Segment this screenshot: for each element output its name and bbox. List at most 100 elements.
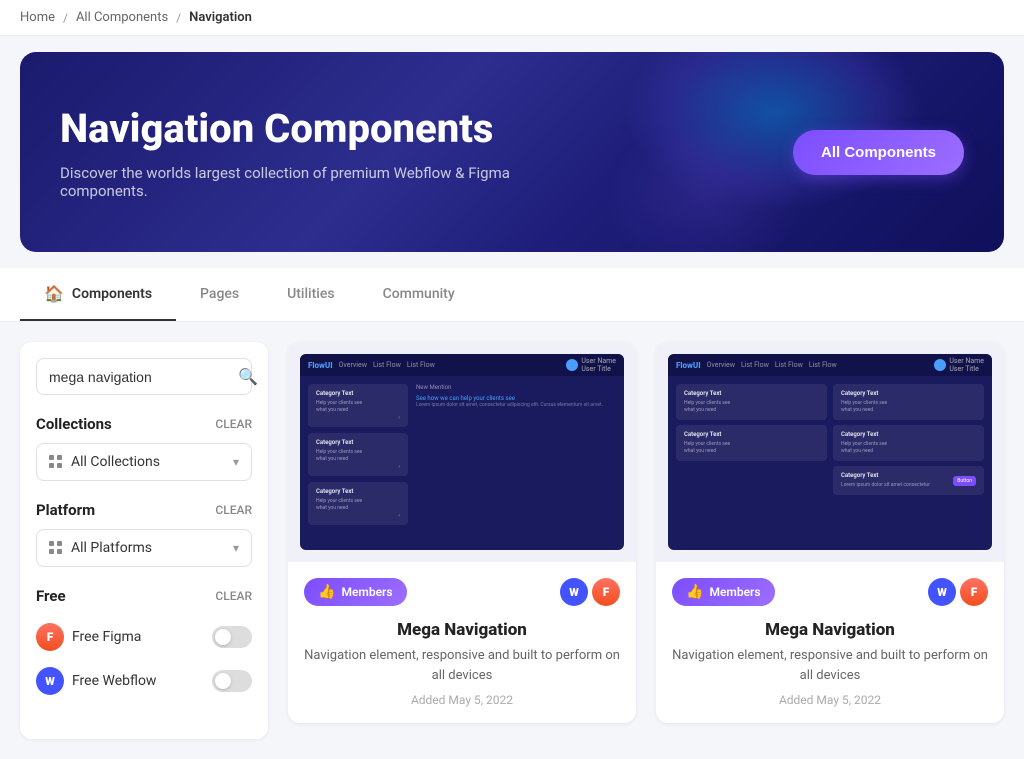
- figma-tech-icon-2: F: [960, 578, 988, 606]
- mini-cta: Category Text Lorem ipsum dolor sit amet…: [833, 466, 984, 495]
- mini-nav-text: Help your clients seewhat you need: [316, 498, 400, 512]
- card-2-date: Added May 5, 2022: [672, 693, 988, 707]
- chevron-down-icon: ▾: [233, 455, 239, 469]
- breadcrumb-home[interactable]: Home: [20, 10, 55, 25]
- free-clear-button[interactable]: CLEAR: [215, 589, 252, 603]
- breadcrumb-sep-1: /: [63, 11, 68, 25]
- mini-user: User NameUser Title: [566, 357, 616, 373]
- tab-components-label: Components: [72, 286, 152, 302]
- breadcrumb-all-components[interactable]: All Components: [76, 10, 168, 25]
- mini-main-link: See how we can help your clients see: [416, 395, 616, 402]
- mini-nav-item: Overview: [339, 361, 367, 369]
- search-box[interactable]: 🔍: [36, 358, 252, 395]
- collections-filter: Collections CLEAR All Collections ▾: [36, 415, 252, 481]
- card-1-title: Mega Navigation: [304, 620, 620, 640]
- tech-icons: W F: [560, 578, 620, 606]
- mini-nav-item: List Flow: [741, 361, 769, 369]
- collections-dropdown-left: All Collections: [49, 454, 160, 470]
- card-1-browser-mockup: FlowUI Overview List Flow List Flow User…: [300, 354, 624, 550]
- card-2-description: Navigation element, responsive and built…: [672, 646, 988, 685]
- mini-logo: FlowUI: [308, 361, 333, 370]
- tech-icons-2: W F: [928, 578, 988, 606]
- tab-bar: 🏠 Components Pages Utilities Community: [0, 268, 1024, 322]
- mini-nav-item-c: Category Text Help your clients seewhat …: [833, 384, 984, 420]
- mini-nav-item: List Flow: [775, 361, 803, 369]
- chevron-down-icon: ▾: [233, 541, 239, 555]
- collections-filter-header: Collections CLEAR: [36, 415, 252, 433]
- webflow-tech-icon-2: W: [928, 578, 956, 606]
- mini-content-2: Category Text Help your clients seewhat …: [668, 376, 992, 503]
- collections-clear-button[interactable]: CLEAR: [215, 417, 252, 431]
- free-figma-row: F Free Figma: [36, 615, 252, 659]
- tab-community[interactable]: Community: [359, 270, 479, 320]
- free-webflow-toggle[interactable]: [212, 670, 252, 692]
- mini-user-2: User NameUser Title: [934, 357, 984, 373]
- collections-dropdown[interactable]: All Collections ▾: [36, 443, 252, 481]
- mini-nav-item-b: Category Text Help your clients seewhat …: [676, 425, 827, 461]
- mini-nav-title: Category Text: [316, 439, 400, 446]
- mini-nav-text: Help your clients seewhat you need: [316, 449, 400, 463]
- tab-community-label: Community: [383, 286, 455, 302]
- platform-dropdown[interactable]: All Platforms ▾: [36, 529, 252, 567]
- card-2-footer: 👍 Members W F Mega Navigation Navigation…: [656, 562, 1004, 723]
- badge-label-2: Members: [709, 585, 760, 599]
- mini-username: User NameUser Title: [581, 357, 616, 373]
- tab-pages-label: Pages: [200, 286, 239, 302]
- mini-nav: Overview List Flow List Flow: [339, 361, 435, 369]
- mini-nav-title: Category Text: [316, 390, 400, 397]
- hero-title: Navigation Components: [60, 105, 520, 152]
- grid-icon: [49, 541, 63, 555]
- hero-text: Navigation Components Discover the world…: [60, 105, 520, 200]
- tab-utilities-label: Utilities: [287, 286, 334, 302]
- breadcrumb-sep-2: /: [176, 11, 181, 25]
- mini-main-para: Lorem ipsum dolor sit amet, consectetur …: [416, 402, 616, 409]
- platform-dropdown-left: All Platforms: [49, 540, 152, 556]
- mini-nav-item-1: Category Text Help your clients seewhat …: [308, 384, 408, 427]
- mini-avatar-2: [934, 359, 946, 371]
- mini-content: Category Text Help your clients seewhat …: [300, 376, 624, 533]
- mini-nav-item-2: Category Text Help your clients seewhat …: [308, 433, 408, 476]
- badge-icon: 👍: [318, 584, 335, 600]
- free-figma-left: F Free Figma: [36, 623, 141, 651]
- card-2-title: Mega Navigation: [672, 620, 988, 640]
- tab-pages[interactable]: Pages: [176, 270, 263, 320]
- free-figma-toggle[interactable]: [212, 626, 252, 648]
- free-webflow-row: W Free Webflow: [36, 659, 252, 703]
- card-2-badges: 👍 Members W F: [672, 578, 988, 606]
- mini-nav-2: Overview List Flow List Flow List Flow: [707, 361, 837, 369]
- hero-all-components-button[interactable]: All Components: [793, 130, 964, 175]
- badge-icon-2: 👍: [686, 584, 703, 600]
- tab-components[interactable]: 🏠 Components: [20, 268, 176, 321]
- mini-nav-arrow: ›: [398, 463, 400, 470]
- breadcrumb-current: Navigation: [189, 10, 252, 25]
- mini-col-1: Category Text Help your clients seewhat …: [676, 384, 827, 495]
- breadcrumb: Home / All Components / Navigation: [0, 0, 1024, 36]
- search-input[interactable]: [49, 369, 230, 385]
- card-2-preview: FlowUI Overview List Flow List Flow List…: [656, 342, 1004, 562]
- mini-nav-item-3: Category Text Help your clients seewhat …: [308, 482, 408, 525]
- mini-nav-item: List Flow: [407, 361, 435, 369]
- card-1-description: Navigation element, responsive and built…: [304, 646, 620, 685]
- tab-utilities[interactable]: Utilities: [263, 270, 358, 320]
- members-badge: 👍 Members: [304, 578, 407, 606]
- mini-nav-item-a: Category Text Help your clients seewhat …: [676, 384, 827, 420]
- mini-nav-item: List Flow: [809, 361, 837, 369]
- mini-nav-arrow: ›: [398, 512, 400, 519]
- collections-label: Collections: [36, 415, 112, 433]
- platform-filter-header: Platform CLEAR: [36, 501, 252, 519]
- platform-dropdown-value: All Platforms: [71, 540, 152, 556]
- mini-logo-2: FlowUI: [676, 361, 701, 370]
- free-figma-label: Free Figma: [72, 629, 141, 645]
- card-2-browser-mockup: FlowUI Overview List Flow List Flow List…: [668, 354, 992, 550]
- mini-nav-item: List Flow: [373, 361, 401, 369]
- platform-clear-button[interactable]: CLEAR: [215, 503, 252, 517]
- search-icon: 🔍: [238, 367, 258, 386]
- mini-main-content: New Mention See how we can help your cli…: [416, 384, 616, 525]
- figma-tech-icon: F: [592, 578, 620, 606]
- card-1-date: Added May 5, 2022: [304, 693, 620, 707]
- webflow-tech-icon: W: [560, 578, 588, 606]
- hero-banner: Navigation Components Discover the world…: [20, 52, 1004, 252]
- mini-nav-title: Category Text: [316, 488, 400, 495]
- components-icon: 🏠: [44, 284, 64, 303]
- content-grid: FlowUI Overview List Flow List Flow User…: [288, 342, 1004, 739]
